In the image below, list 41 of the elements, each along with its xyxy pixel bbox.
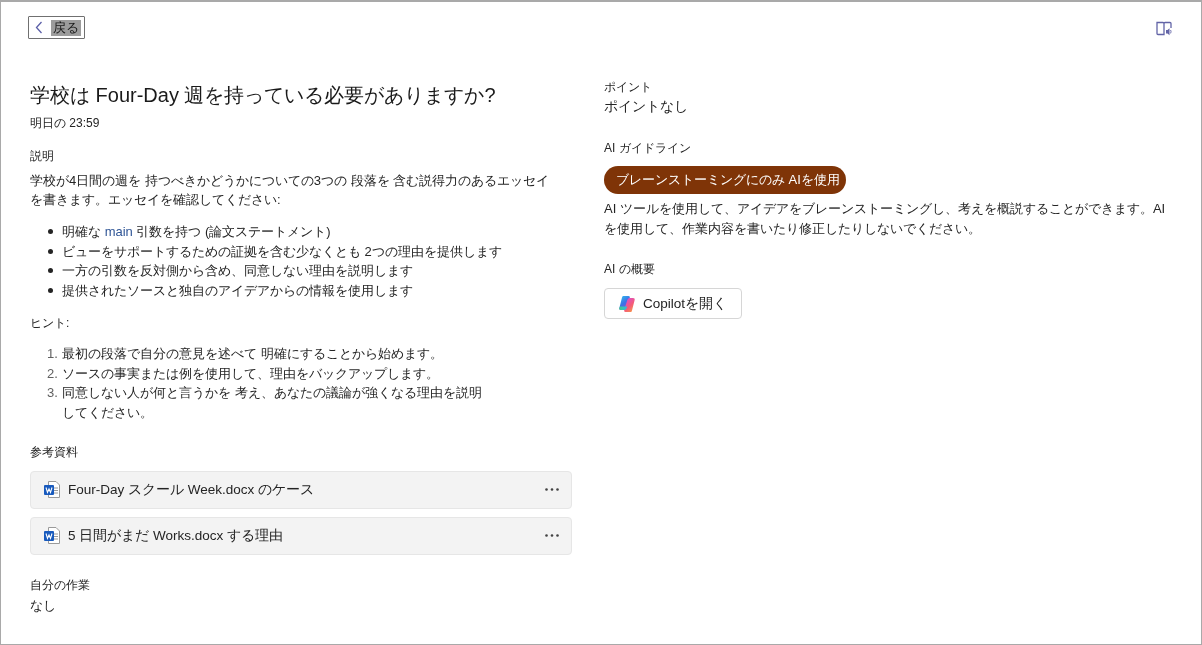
section-heading: ポイント (604, 79, 653, 96)
hint-text: 同意しない人が何と言うかを 考え、あなたの議論が強くなる理由を説明してください。 (62, 384, 482, 423)
file-card[interactable]: Four-Day スクール Week.docx のケース (30, 470, 572, 509)
bullet-icon (48, 229, 53, 235)
section-heading: AI の概要 (604, 261, 656, 278)
bullet-icon (48, 248, 53, 254)
my-work-value: なし (30, 597, 57, 615)
due-date: 明日の 23:59 (30, 115, 101, 132)
hint-number: 1. (47, 345, 59, 363)
open-copilot-button[interactable]: Copilotを開く (604, 288, 743, 319)
logo-icon (618, 294, 636, 313)
back-button[interactable]: 戻る (28, 16, 85, 39)
section-heading: 説明 (30, 148, 55, 165)
section-heading: 自分の作業 (30, 576, 91, 594)
bullet-text: 一方の引数を反対側から含め、同意しない理由を説明します (62, 262, 413, 280)
bullet-icon (48, 268, 53, 274)
section-heading: ヒント: (30, 315, 71, 332)
more-icon (545, 488, 559, 492)
section-heading: AI ガイドライン (604, 140, 692, 157)
section-heading: 参考資料 (30, 443, 79, 461)
points-value: ポイントなし (604, 98, 689, 116)
hint-text: ソースの事実または例を使用して、理由をバックアップします。 (62, 364, 439, 383)
bullet-text: 明確な main 引数を持つ (論文ステートメント) (62, 223, 331, 241)
ai-guideline-text: AI ツールを使用して、アイデアをブレーンストーミングし、考えを概説することができます。AIを使用して、作業内容を書いたり修正したりしないでください。 (604, 200, 1167, 238)
file-name: Four-Day スクール Week.docx のケース (68, 480, 316, 499)
ai-guideline-tag: ブレーンストーミングにのみ AIを使用 (604, 166, 846, 194)
bullet-text: ビューをサポートするための証拠を含む少なくとも 2つの理由を提供します (62, 242, 502, 261)
document-icon (44, 527, 60, 545)
bullet-text: 提供されたソースと独自のアイデアからの情報を使用します (62, 281, 413, 300)
assignment-title: 学校は Four-Day 週を持っている必要がありますか? (30, 83, 497, 108)
bullet-icon (48, 287, 53, 293)
chevron-left-icon (35, 21, 43, 34)
hint-text: 最初の段落で自分の意見を述べて 明確にすることから始めます。 (62, 345, 443, 363)
hint-number: 3. (47, 384, 59, 403)
file-card[interactable]: 5 日間がまだ Works.docx する理由 (30, 516, 572, 555)
document-icon (44, 481, 60, 499)
more-icon (545, 534, 559, 538)
hint-number: 2. (47, 364, 59, 383)
file-name: 5 日間がまだ Works.docx する理由 (68, 526, 285, 545)
book-speaker-icon[interactable] (1156, 20, 1172, 36)
description-text: 学校が4日間の週を 持つべきかどうかについての3つの 段落を 含む説得力のあるエッセイを書きます。エッセイを確認してください: (30, 172, 551, 209)
